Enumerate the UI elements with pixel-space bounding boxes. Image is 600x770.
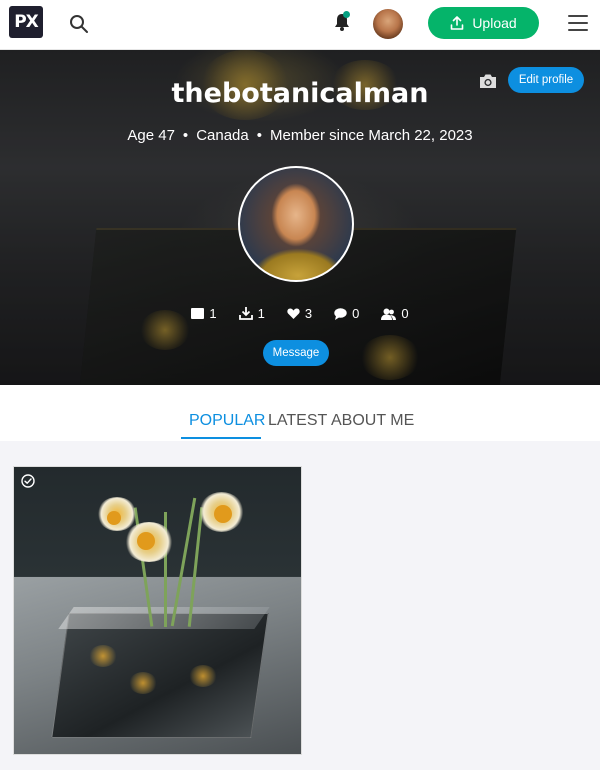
gallery-image-card[interactable] [13, 466, 302, 755]
active-tab-indicator [181, 437, 261, 439]
profile-member-since: Member since March 22, 2023 [270, 127, 473, 144]
stat-downloads[interactable]: 1 [238, 306, 265, 321]
stat-likes[interactable]: 3 [287, 306, 312, 321]
tab-latest[interactable]: LATEST [268, 412, 327, 430]
top-navbar: PX Upload [0, 0, 600, 50]
profile-country: Canada [196, 127, 249, 144]
upload-label: Upload [472, 15, 517, 31]
user-avatar[interactable] [373, 9, 403, 39]
profile-meta: Age 47 • Canada • Member since March 22, 202… [127, 127, 473, 144]
profile-username: thebotanicalman [171, 78, 429, 109]
pixabay-logo[interactable]: PX [9, 6, 43, 38]
upload-button[interactable]: Upload [428, 7, 539, 39]
profile-tabs: POPULAR LATEST ABOUT ME [0, 385, 600, 441]
profile-age: Age 47 [127, 127, 175, 144]
followers-icon [381, 308, 397, 320]
verified-check-icon [21, 474, 35, 488]
stat-followers[interactable]: 0 [381, 306, 409, 321]
notification-dot [343, 11, 350, 18]
profile-header: Edit profile thebotanicalman Age 47 • Cana… [0, 50, 600, 385]
profile-stats: 1 1 3 0 0 [0, 306, 600, 321]
stat-comments[interactable]: 0 [334, 306, 359, 321]
tab-popular[interactable]: POPULAR [189, 412, 265, 430]
stat-images[interactable]: 1 [191, 306, 217, 321]
download-icon [238, 307, 253, 320]
hamburger-menu-icon[interactable] [568, 15, 588, 33]
search-icon[interactable] [68, 13, 90, 35]
glass-vase [51, 613, 269, 738]
heart-icon [287, 308, 300, 319]
image-icon [191, 308, 205, 319]
message-button[interactable]: Message [263, 340, 329, 366]
comment-icon [334, 307, 347, 320]
upload-icon [451, 16, 464, 30]
tab-about-me[interactable]: ABOUT ME [331, 412, 414, 430]
profile-avatar [238, 166, 354, 282]
